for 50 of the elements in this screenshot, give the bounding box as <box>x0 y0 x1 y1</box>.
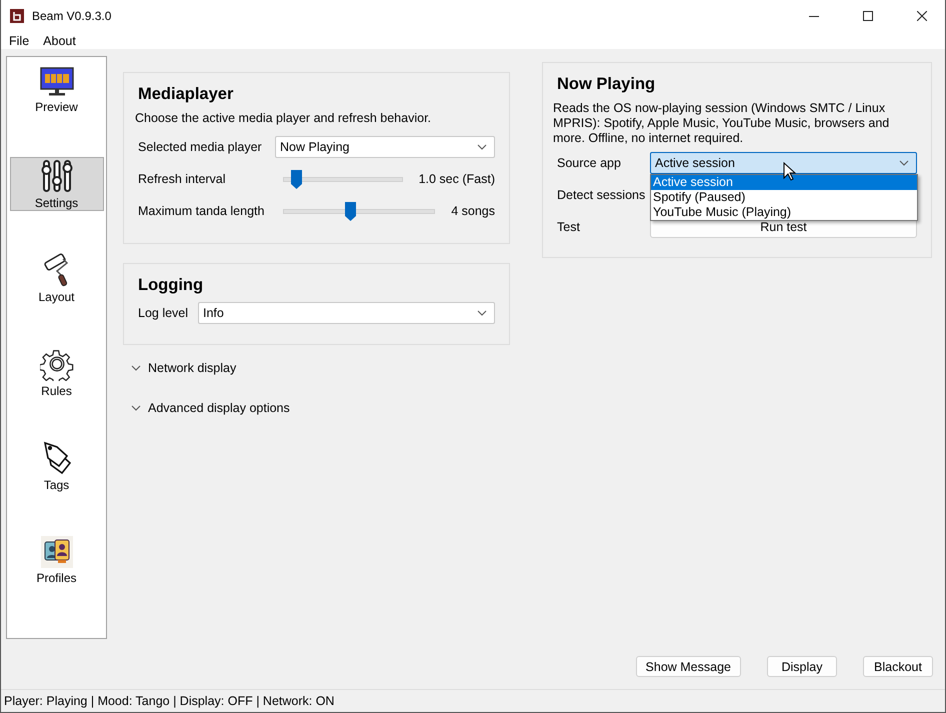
slider-value: 1.0 sec (Fast) <box>418 172 495 186</box>
sidebar-item[interactable]: Layout <box>10 251 104 306</box>
slider-value: 4 songs <box>451 204 495 218</box>
field-label: Test <box>557 220 581 234</box>
slider[interactable] <box>283 202 436 221</box>
sidebar-item[interactable]: Tags <box>10 439 104 494</box>
action-button[interactable]: Display <box>767 656 837 678</box>
section-title: Mediaplayer <box>138 85 234 106</box>
slider-thumb[interactable] <box>345 202 356 221</box>
sidebar-item[interactable]: Rules <box>10 345 104 400</box>
status-bar: Player: Playing | Mood: Tango | Display: OFF | Network: ON <box>1 689 945 712</box>
section-title: Now Playing <box>557 75 656 96</box>
collapsible-section[interactable]: Network display <box>131 359 510 378</box>
field-label: Source app <box>557 156 622 170</box>
dropdown[interactable]: Now Playing <box>275 136 495 158</box>
chevron-down-icon <box>477 310 487 316</box>
section-description: Choose the active media player and refresh behavior. <box>135 111 432 126</box>
action-button[interactable]: Blackout <box>863 656 933 678</box>
chevron-down-icon <box>899 160 909 166</box>
monitor-icon <box>40 66 74 97</box>
sidebar-item[interactable]: Settings <box>10 157 104 212</box>
app-icon <box>10 9 24 23</box>
tag-icon <box>42 440 72 475</box>
chevron-down-icon <box>477 144 487 150</box>
field-label: Log level <box>138 306 190 320</box>
close-icon <box>917 11 927 21</box>
profiles-icon <box>40 536 72 568</box>
maximize-icon <box>863 11 873 21</box>
field-label: Selected media player <box>138 140 263 154</box>
window-title: Beam V0.9.3.0 <box>32 9 112 23</box>
collapsible-section[interactable]: Advanced display options <box>131 399 510 418</box>
menu-item[interactable]: About <box>43 34 76 48</box>
sidebar-item[interactable]: Preview <box>10 63 104 118</box>
chevron-down-icon <box>131 365 141 372</box>
slider-thumb[interactable] <box>291 170 302 189</box>
dropdown-option[interactable]: Spotify (Paused) <box>651 190 917 206</box>
action-button[interactable]: Show Message <box>636 656 741 678</box>
field-label: Detect sessions <box>557 188 646 202</box>
slider[interactable] <box>283 170 403 189</box>
section-title: Logging <box>138 276 204 296</box>
chevron-down-icon <box>131 405 141 412</box>
dropdown[interactable]: Info <box>198 302 495 324</box>
menu-item[interactable]: File <box>9 34 30 48</box>
sliders-icon <box>40 158 74 193</box>
dropdown[interactable]: Active session <box>650 152 917 174</box>
section-description: Reads the OS now-playing session (Windows SMTC / Linux MPRIS): Spotify, Apple Music, YouTube Music, browsers and more. Offline, no internet required. <box>553 101 890 146</box>
sidebar-item[interactable]: Profiles <box>10 533 104 588</box>
field-label: Refresh interval <box>138 172 227 186</box>
dropdown-option[interactable]: Active session <box>651 175 917 190</box>
field-label: Maximum tanda length <box>138 204 266 218</box>
